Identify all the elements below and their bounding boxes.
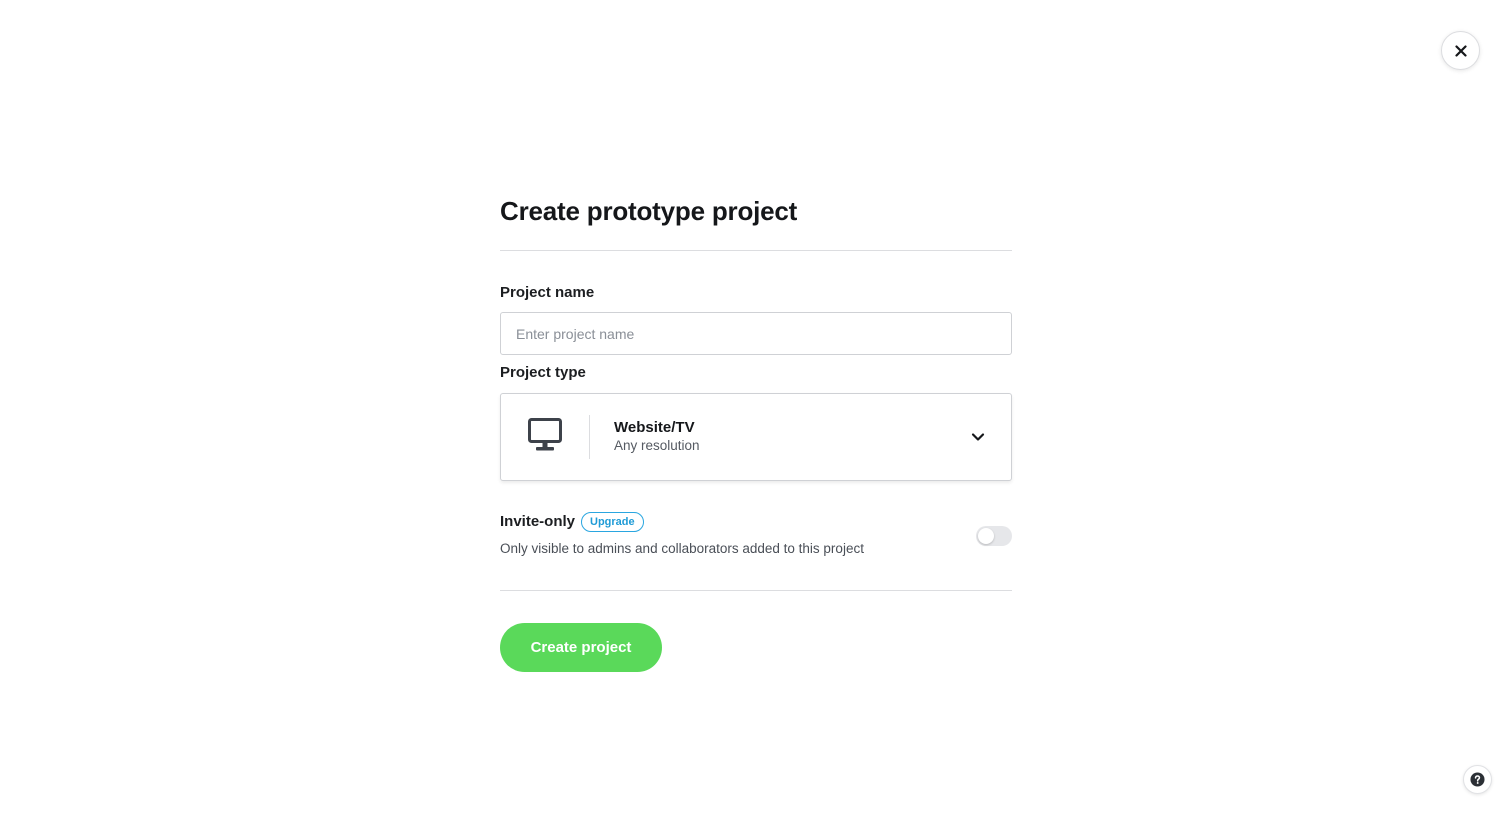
toggle-knob: [978, 528, 994, 544]
close-button[interactable]: [1441, 31, 1480, 70]
help-icon: [1470, 772, 1485, 787]
create-project-button[interactable]: Create project: [500, 623, 662, 672]
footer-divider: [500, 590, 1012, 591]
project-type-dropdown[interactable]: Website/TV Any resolution: [500, 393, 1012, 481]
page-title: Create prototype project: [500, 196, 798, 226]
upgrade-badge[interactable]: Upgrade: [581, 512, 644, 532]
close-icon: [1454, 44, 1467, 57]
header-divider: [500, 250, 1012, 251]
project-type-title: Website/TV: [614, 419, 695, 436]
type-separator: [589, 415, 590, 459]
project-name-input[interactable]: [500, 312, 1012, 355]
project-type-label: Project type: [500, 364, 586, 381]
project-name-label: Project name: [500, 284, 595, 301]
create-project-page: Create prototype project Project name Pr…: [0, 0, 1512, 814]
chevron-down-icon: [971, 433, 985, 441]
desktop-monitor-icon: [528, 418, 562, 451]
help-button[interactable]: [1463, 765, 1492, 794]
invite-only-label: Invite-only: [500, 513, 576, 530]
invite-only-description: Only visible to admins and collaborators…: [500, 541, 864, 556]
project-type-subtitle: Any resolution: [614, 438, 700, 453]
invite-only-toggle[interactable]: [976, 526, 1012, 546]
